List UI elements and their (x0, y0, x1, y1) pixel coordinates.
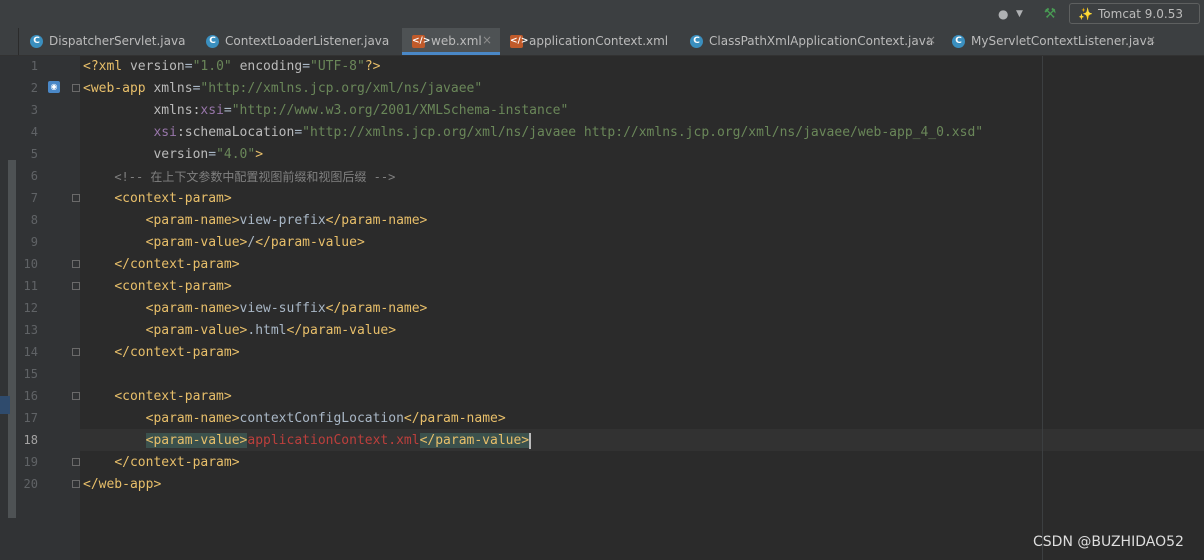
project-selection-marker (0, 396, 10, 414)
tab-label: MyServletContextListener.java (971, 34, 1155, 48)
tab-label: ClassPathXmlApplicationContext.java (709, 34, 934, 48)
line-number: 5 (30, 147, 38, 161)
line-number-current: 18 (23, 433, 38, 447)
code-line-3: xmlns:xsi="http://www.w3.org/2001/XMLSch… (153, 103, 569, 118)
code-line-11: <context-param> (114, 279, 232, 294)
tab-context-loader-listener[interactable]: C ContextLoaderListener.java (196, 28, 402, 55)
code-line-17: <param-name>contextConfigLocation</param… (145, 411, 506, 426)
matched-tag-highlight: <param-value> (145, 433, 248, 448)
code-line-6: <!-- 在上下文参数中配置视图前缀和视图后缀 --> (114, 170, 396, 184)
unresolved-value: applicationContext.xml (247, 433, 420, 448)
tab-classpath-xml-application-context[interactable]: C ClassPathXmlApplicationContext.java × (680, 28, 940, 55)
xml-file-icon: </> (510, 35, 529, 48)
close-icon[interactable]: × (482, 33, 492, 47)
fold-marker-icon[interactable] (72, 458, 80, 466)
fold-marker-icon[interactable] (72, 348, 80, 356)
class-icon: C (30, 35, 43, 48)
line-number: 7 (30, 191, 38, 205)
code-line-5: version="4.0"> (153, 147, 264, 162)
close-icon[interactable]: × (1146, 33, 1156, 47)
code-line-20: </web-app> (83, 477, 162, 492)
code-line-9: <param-value>/</param-value> (145, 235, 365, 250)
tab-my-servlet-context-listener[interactable]: C MyServletContextListener.java × (942, 28, 1162, 55)
line-number: 3 (30, 103, 38, 117)
code-line-2: <web-app xmlns="http://xmlns.jcp.org/xml… (83, 81, 483, 96)
line-number: 10 (23, 257, 38, 271)
code-line-10: </context-param> (114, 257, 240, 272)
tab-divider (18, 28, 19, 55)
fold-marker-icon[interactable] (72, 84, 80, 92)
line-number: 12 (23, 301, 38, 315)
build-hammer-icon[interactable]: ⚒ (1040, 4, 1060, 24)
code-line-18: <param-value>applicationContext.xml</par… (83, 430, 532, 452)
close-icon[interactable]: × (926, 33, 936, 47)
tab-label: web.xml (431, 34, 482, 48)
editor-tab-bar: C DispatcherServlet.java C ContextLoader… (0, 28, 1204, 56)
xml-file-icon: </> (412, 35, 431, 48)
fold-marker-icon[interactable] (72, 260, 80, 268)
user-icon: ● (998, 7, 1009, 21)
tab-web-xml[interactable]: </> web.xml × (402, 28, 500, 55)
text-caret (529, 432, 532, 449)
code-line-1: <?xml version="1.0" encoding="UTF-8"?> (83, 59, 381, 74)
run-configuration-selector[interactable]: ✨ Tomcat 9.0.53 (1069, 3, 1200, 24)
code-line-8: <param-name>view-prefix</param-name> (145, 213, 428, 228)
code-line-7: <context-param> (114, 191, 232, 206)
line-number: 20 (23, 477, 38, 491)
tab-application-context-xml[interactable]: </> applicationContext.xml (500, 28, 682, 55)
fold-marker-icon[interactable] (72, 480, 80, 488)
code-line-4: xsi:schemaLocation="http://xmlns.jcp.org… (153, 125, 984, 140)
code-editor[interactable]: <?xml version="1.0" encoding="UTF-8"?> <… (80, 56, 1204, 560)
tab-label: DispatcherServlet.java (49, 34, 186, 48)
fold-marker-icon[interactable] (72, 392, 80, 400)
code-line-19: </context-param> (114, 455, 240, 470)
line-number: 19 (23, 455, 38, 469)
project-panel-scrollbar[interactable] (8, 160, 16, 518)
matched-tag-highlight: </param-value> (419, 433, 530, 448)
line-number: 16 (23, 389, 38, 403)
right-margin-guide (1042, 56, 1043, 560)
line-number: 2 (30, 81, 38, 95)
fold-marker-icon[interactable] (72, 282, 80, 290)
code-line-12: <param-name>view-suffix</param-name> (145, 301, 428, 316)
line-number: 8 (30, 213, 38, 227)
line-number: 15 (23, 367, 38, 381)
code-line-13: <param-value>.html</param-value> (145, 323, 397, 338)
run-configuration-label: Tomcat 9.0.53 (1098, 7, 1183, 21)
class-icon: C (952, 35, 965, 48)
code-line-16: <context-param> (114, 389, 232, 404)
tomcat-icon: ✨ (1078, 7, 1093, 21)
tab-label: ContextLoaderListener.java (225, 34, 390, 48)
line-number: 6 (30, 169, 38, 183)
fold-marker-icon[interactable] (72, 194, 80, 202)
class-icon: C (690, 35, 703, 48)
line-number: 17 (23, 411, 38, 425)
line-number: 4 (30, 125, 38, 139)
implemented-marker-icon[interactable]: ◉ (48, 81, 60, 93)
tab-dispatcher-servlet[interactable]: C DispatcherServlet.java (20, 28, 200, 55)
line-number: 13 (23, 323, 38, 337)
line-number: 9 (30, 235, 38, 249)
class-icon: C (206, 35, 219, 48)
line-number: 1 (30, 59, 38, 73)
tab-label: applicationContext.xml (529, 34, 669, 48)
code-line-14: </context-param> (114, 345, 240, 360)
watermark: CSDN @BUZHIDAO52 (1033, 534, 1184, 550)
user-account-button[interactable]: ● ▼ (996, 4, 1028, 24)
top-toolbar: ● ▼ ⚒ ✨ Tomcat 9.0.53 (0, 0, 1204, 29)
line-number: 14 (23, 345, 38, 359)
chevron-down-icon: ▼ (1016, 9, 1023, 19)
line-number: 11 (23, 279, 38, 293)
